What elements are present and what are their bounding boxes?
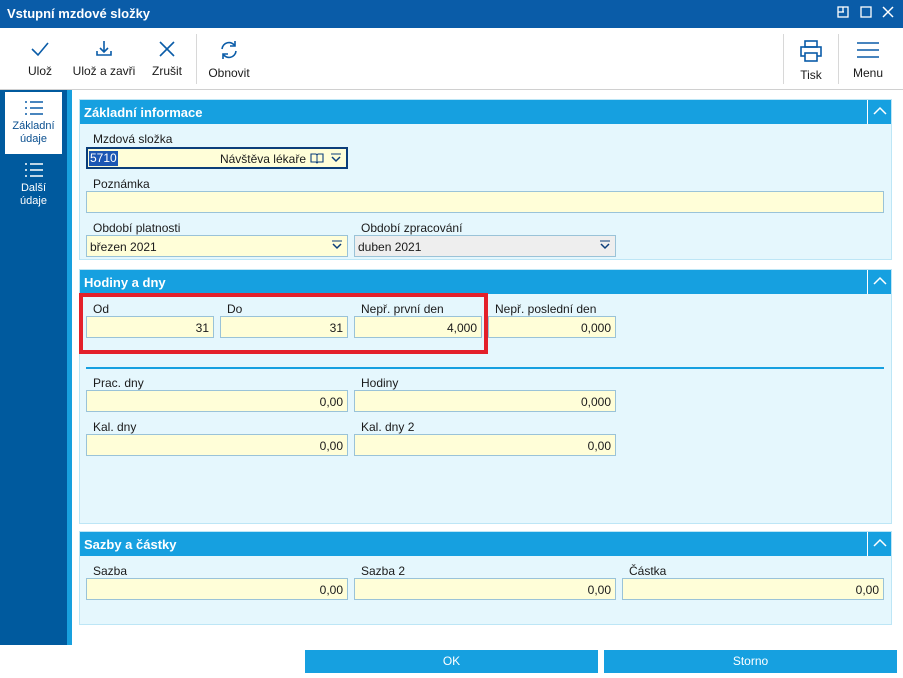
save-label: Ulož xyxy=(27,64,52,78)
print-label: Tisk xyxy=(800,68,822,82)
refresh-button[interactable]: Obnovit xyxy=(204,28,254,90)
work-days-label: Prac. dny xyxy=(93,376,144,390)
left-nav: Základní údaje Další údaje xyxy=(0,90,67,645)
validity-label: Období platnosti xyxy=(93,221,181,235)
note-label: Poznámka xyxy=(93,177,150,191)
last-day-label: Nepř. poslední den xyxy=(495,302,597,316)
list-icon xyxy=(24,101,43,115)
cancel-button[interactable]: Zrušit xyxy=(146,28,188,90)
chevron-up-icon xyxy=(872,276,887,285)
print-button[interactable]: Tisk xyxy=(790,28,832,90)
section-divider xyxy=(86,367,884,369)
work-days-value: 0,00 xyxy=(319,395,343,409)
validity-value: březen 2021 xyxy=(90,240,157,254)
dropdown-icon[interactable] xyxy=(599,240,611,250)
section-header: Základní informace xyxy=(80,100,891,124)
footer: OK Storno xyxy=(0,645,903,678)
window-title: Vstupní mzdové složky xyxy=(7,6,151,21)
printer-icon xyxy=(800,40,822,62)
menu-label: Menu xyxy=(852,66,884,80)
component-code: 5710 xyxy=(89,151,118,166)
nav-label: údaje xyxy=(20,195,47,207)
save-close-button[interactable]: Ulož a zavři xyxy=(70,28,138,90)
checkmark-icon xyxy=(31,42,49,57)
note-input[interactable] xyxy=(86,191,884,213)
nav-item-more[interactable]: Další údaje xyxy=(5,154,62,216)
section-basic-info: Základní informace Mzdová složka 5710 Ná… xyxy=(79,99,892,260)
ok-label: OK xyxy=(442,654,461,668)
refresh-icon xyxy=(221,41,237,59)
close-icon[interactable] xyxy=(880,5,896,21)
title-bar: Vstupní mzdové složky xyxy=(0,0,903,28)
section-title: Hodiny a dny xyxy=(84,275,166,290)
validity-select[interactable]: březen 2021 xyxy=(86,235,348,257)
rate-value: 0,00 xyxy=(319,583,343,597)
refresh-label: Obnovit xyxy=(208,66,250,80)
cal-days2-value: 0,00 xyxy=(587,439,611,453)
nav-item-basic[interactable]: Základní údaje xyxy=(5,92,62,154)
last-day-input[interactable]: 0,000 xyxy=(488,316,616,338)
section-title: Základní informace xyxy=(84,105,203,120)
section-header: Hodiny a dny xyxy=(80,270,891,294)
rate2-label: Sazba 2 xyxy=(361,564,406,578)
dropdown-icon[interactable] xyxy=(331,240,343,250)
ok-button[interactable]: OK xyxy=(305,650,598,673)
chevron-up-icon xyxy=(872,106,887,115)
amount-value: 0,00 xyxy=(855,583,879,597)
hours-value: 0,000 xyxy=(580,395,611,409)
component-field[interactable]: 5710 Návštěva lékaře xyxy=(86,147,348,169)
restore-icon[interactable] xyxy=(835,5,851,21)
section-title: Sazby a částky xyxy=(84,537,177,552)
save-button[interactable]: Ulož xyxy=(18,28,62,90)
amount-label: Částka xyxy=(629,564,667,578)
hamburger-icon xyxy=(857,42,879,58)
toolbar-separator xyxy=(838,34,839,84)
rate-label: Sazba xyxy=(93,564,128,578)
rate-input[interactable]: 0,00 xyxy=(86,578,348,600)
rate2-value: 0,00 xyxy=(587,583,611,597)
last-day-value: 0,000 xyxy=(580,321,611,335)
work-days-input[interactable]: 0,00 xyxy=(86,390,348,412)
maximize-icon[interactable] xyxy=(858,5,874,21)
main-content: Základní informace Mzdová složka 5710 Ná… xyxy=(72,90,903,645)
book-icon[interactable] xyxy=(310,152,324,164)
dropdown-icon[interactable] xyxy=(330,153,342,163)
toolbar: Ulož Ulož a zavři Zrušit Obnovit Tisk Me… xyxy=(0,28,903,90)
toolbar-separator xyxy=(196,34,197,84)
hours-label: Hodiny xyxy=(361,376,399,390)
collapse-button[interactable] xyxy=(867,532,891,556)
processing-label: Období zpracování xyxy=(361,221,463,235)
cal-days2-input[interactable]: 0,00 xyxy=(354,434,616,456)
component-name: Návštěva lékaře xyxy=(219,152,306,166)
section-rates: Sazby a částky Sazba 0,00 Sazba 2 0,00 Č… xyxy=(79,531,892,625)
toolbar-separator xyxy=(783,34,784,84)
rate2-input[interactable]: 0,00 xyxy=(354,578,616,600)
save-close-label: Ulož a zavři xyxy=(72,64,136,78)
storno-label: Storno xyxy=(732,654,769,668)
cal-days-value: 0,00 xyxy=(319,439,343,453)
hours-input[interactable]: 0,000 xyxy=(354,390,616,412)
cancel-x-icon xyxy=(159,41,175,57)
collapse-button[interactable] xyxy=(867,270,891,294)
cal-days2-label: Kal. dny 2 xyxy=(361,420,415,434)
nav-label: Základní xyxy=(12,120,55,132)
amount-input[interactable]: 0,00 xyxy=(622,578,884,600)
processing-select[interactable]: duben 2021 xyxy=(354,235,616,257)
collapse-button[interactable] xyxy=(867,100,891,124)
cal-days-input[interactable]: 0,00 xyxy=(86,434,348,456)
cal-days-label: Kal. dny xyxy=(93,420,137,434)
save-close-icon xyxy=(96,41,112,56)
section-header: Sazby a částky xyxy=(80,532,891,556)
processing-value: duben 2021 xyxy=(358,240,422,254)
list-icon xyxy=(24,163,43,177)
chevron-up-icon xyxy=(872,538,887,547)
menu-button[interactable]: Menu xyxy=(846,28,890,90)
highlight-box xyxy=(79,293,488,354)
component-label: Mzdová složka xyxy=(93,132,173,146)
nav-label: Další xyxy=(20,182,47,194)
storno-button[interactable]: Storno xyxy=(604,650,897,673)
nav-label: údaje xyxy=(20,133,47,145)
cancel-label: Zrušit xyxy=(152,64,182,78)
